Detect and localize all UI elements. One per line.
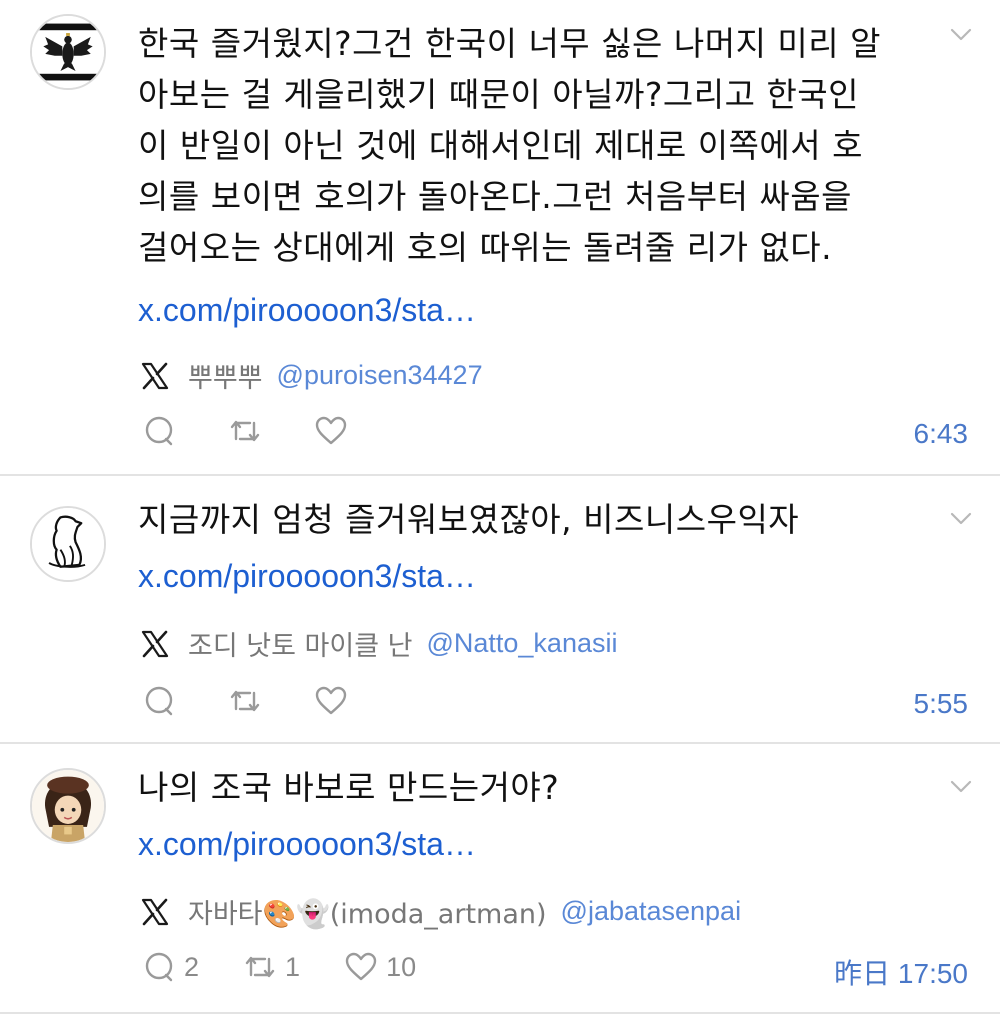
tweet-text: 한국 즐거웠지?그건 한국이 너무 싫은 나머지 미리 알 아보는 걸 게을리했… xyxy=(138,24,882,267)
like-count: 10 xyxy=(386,951,417,982)
tweet-link[interactable]: x.com/pirooooon3/sta… xyxy=(138,826,476,863)
like-button[interactable] xyxy=(314,684,356,718)
like-button[interactable]: 10 xyxy=(344,950,416,984)
tweet-source[interactable]: 조디 낫토 마이클 난 @Natto_kanasii xyxy=(140,624,617,663)
tweet-text: 지금까지 엄청 즐거워보였잖아, 비즈니스우익자 xyxy=(138,500,800,539)
reply-icon xyxy=(142,414,176,448)
chevron-down-icon[interactable] xyxy=(950,28,972,42)
reply-icon xyxy=(142,950,176,984)
display-name: 조디 낫토 마이클 난 xyxy=(188,631,413,662)
reply-button[interactable]: 2 xyxy=(142,950,199,984)
avatar[interactable] xyxy=(30,14,106,90)
avatar[interactable] xyxy=(30,768,106,844)
cartoon-girl-avatar xyxy=(32,770,104,842)
user-handle[interactable]: @jabatasenpai xyxy=(561,896,742,927)
tweet-actions: 2 1 10 xyxy=(142,950,460,984)
tweet-feed: 한국 즐거웠지?그건 한국이 너무 싫은 나머지 미리 알 아보는 걸 게을리했… xyxy=(0,0,1000,1014)
chevron-down-icon[interactable] xyxy=(950,780,972,794)
heart-icon xyxy=(314,684,348,718)
tweet-link[interactable]: x.com/pirooooon3/sta… xyxy=(138,558,476,595)
tweet-link[interactable]: x.com/pirooooon3/sta… xyxy=(138,292,476,329)
retweet-button[interactable] xyxy=(228,414,270,448)
retweet-icon xyxy=(228,684,262,718)
reply-button[interactable] xyxy=(142,414,184,448)
tweet-source[interactable]: 뿌뿌뿌 @puroisen34427 xyxy=(140,356,483,395)
tweet-actions xyxy=(142,684,400,718)
tweet-text: 나의 조국 바보로 만드는거야? xyxy=(138,768,560,807)
heart-icon xyxy=(314,414,348,448)
reply-button[interactable] xyxy=(142,684,184,718)
tweet-time[interactable]: 6:43 xyxy=(914,418,969,450)
x-logo-icon xyxy=(140,361,170,391)
x-logo-icon xyxy=(140,629,170,659)
sitting-animal-sketch-avatar xyxy=(32,508,104,580)
user-handle[interactable]: @Natto_kanasii xyxy=(426,628,617,659)
avatar[interactable] xyxy=(30,506,106,582)
tweet-time[interactable]: 昨日 17:50 xyxy=(834,952,968,992)
user-handle[interactable]: @puroisen34427 xyxy=(277,360,483,391)
retweet-icon xyxy=(228,414,262,448)
tweet-time[interactable]: 5:55 xyxy=(914,688,969,720)
retweet-button[interactable]: 1 xyxy=(243,950,300,984)
like-button[interactable] xyxy=(314,414,356,448)
tweet-source[interactable]: 자바타🎨👻(imoda_artman) @jabatasenpai xyxy=(140,892,741,931)
reply-icon xyxy=(142,684,176,718)
tweet-item[interactable]: 지금까지 엄청 즐거워보였잖아, 비즈니스우익자 x.com/pirooooon… xyxy=(0,476,1000,744)
tweet-item[interactable]: 한국 즐거웠지?그건 한국이 너무 싫은 나머지 미리 알 아보는 걸 게을리했… xyxy=(0,0,1000,476)
reply-count: 2 xyxy=(184,951,200,982)
tweet-item[interactable]: 나의 조국 바보로 만드는거야? x.com/pirooooon3/sta… 자… xyxy=(0,744,1000,1014)
retweet-button[interactable] xyxy=(228,684,270,718)
display-name: 자바타🎨👻(imoda_artman) xyxy=(188,899,547,930)
tweet-actions xyxy=(142,414,400,448)
retweet-count: 1 xyxy=(285,951,301,982)
heart-icon xyxy=(344,950,378,984)
display-name: 뿌뿌뿌 xyxy=(188,363,263,394)
prussian-eagle-flag-avatar xyxy=(32,16,104,88)
x-logo-icon xyxy=(140,897,170,927)
chevron-down-icon[interactable] xyxy=(950,512,972,526)
retweet-icon xyxy=(243,950,277,984)
